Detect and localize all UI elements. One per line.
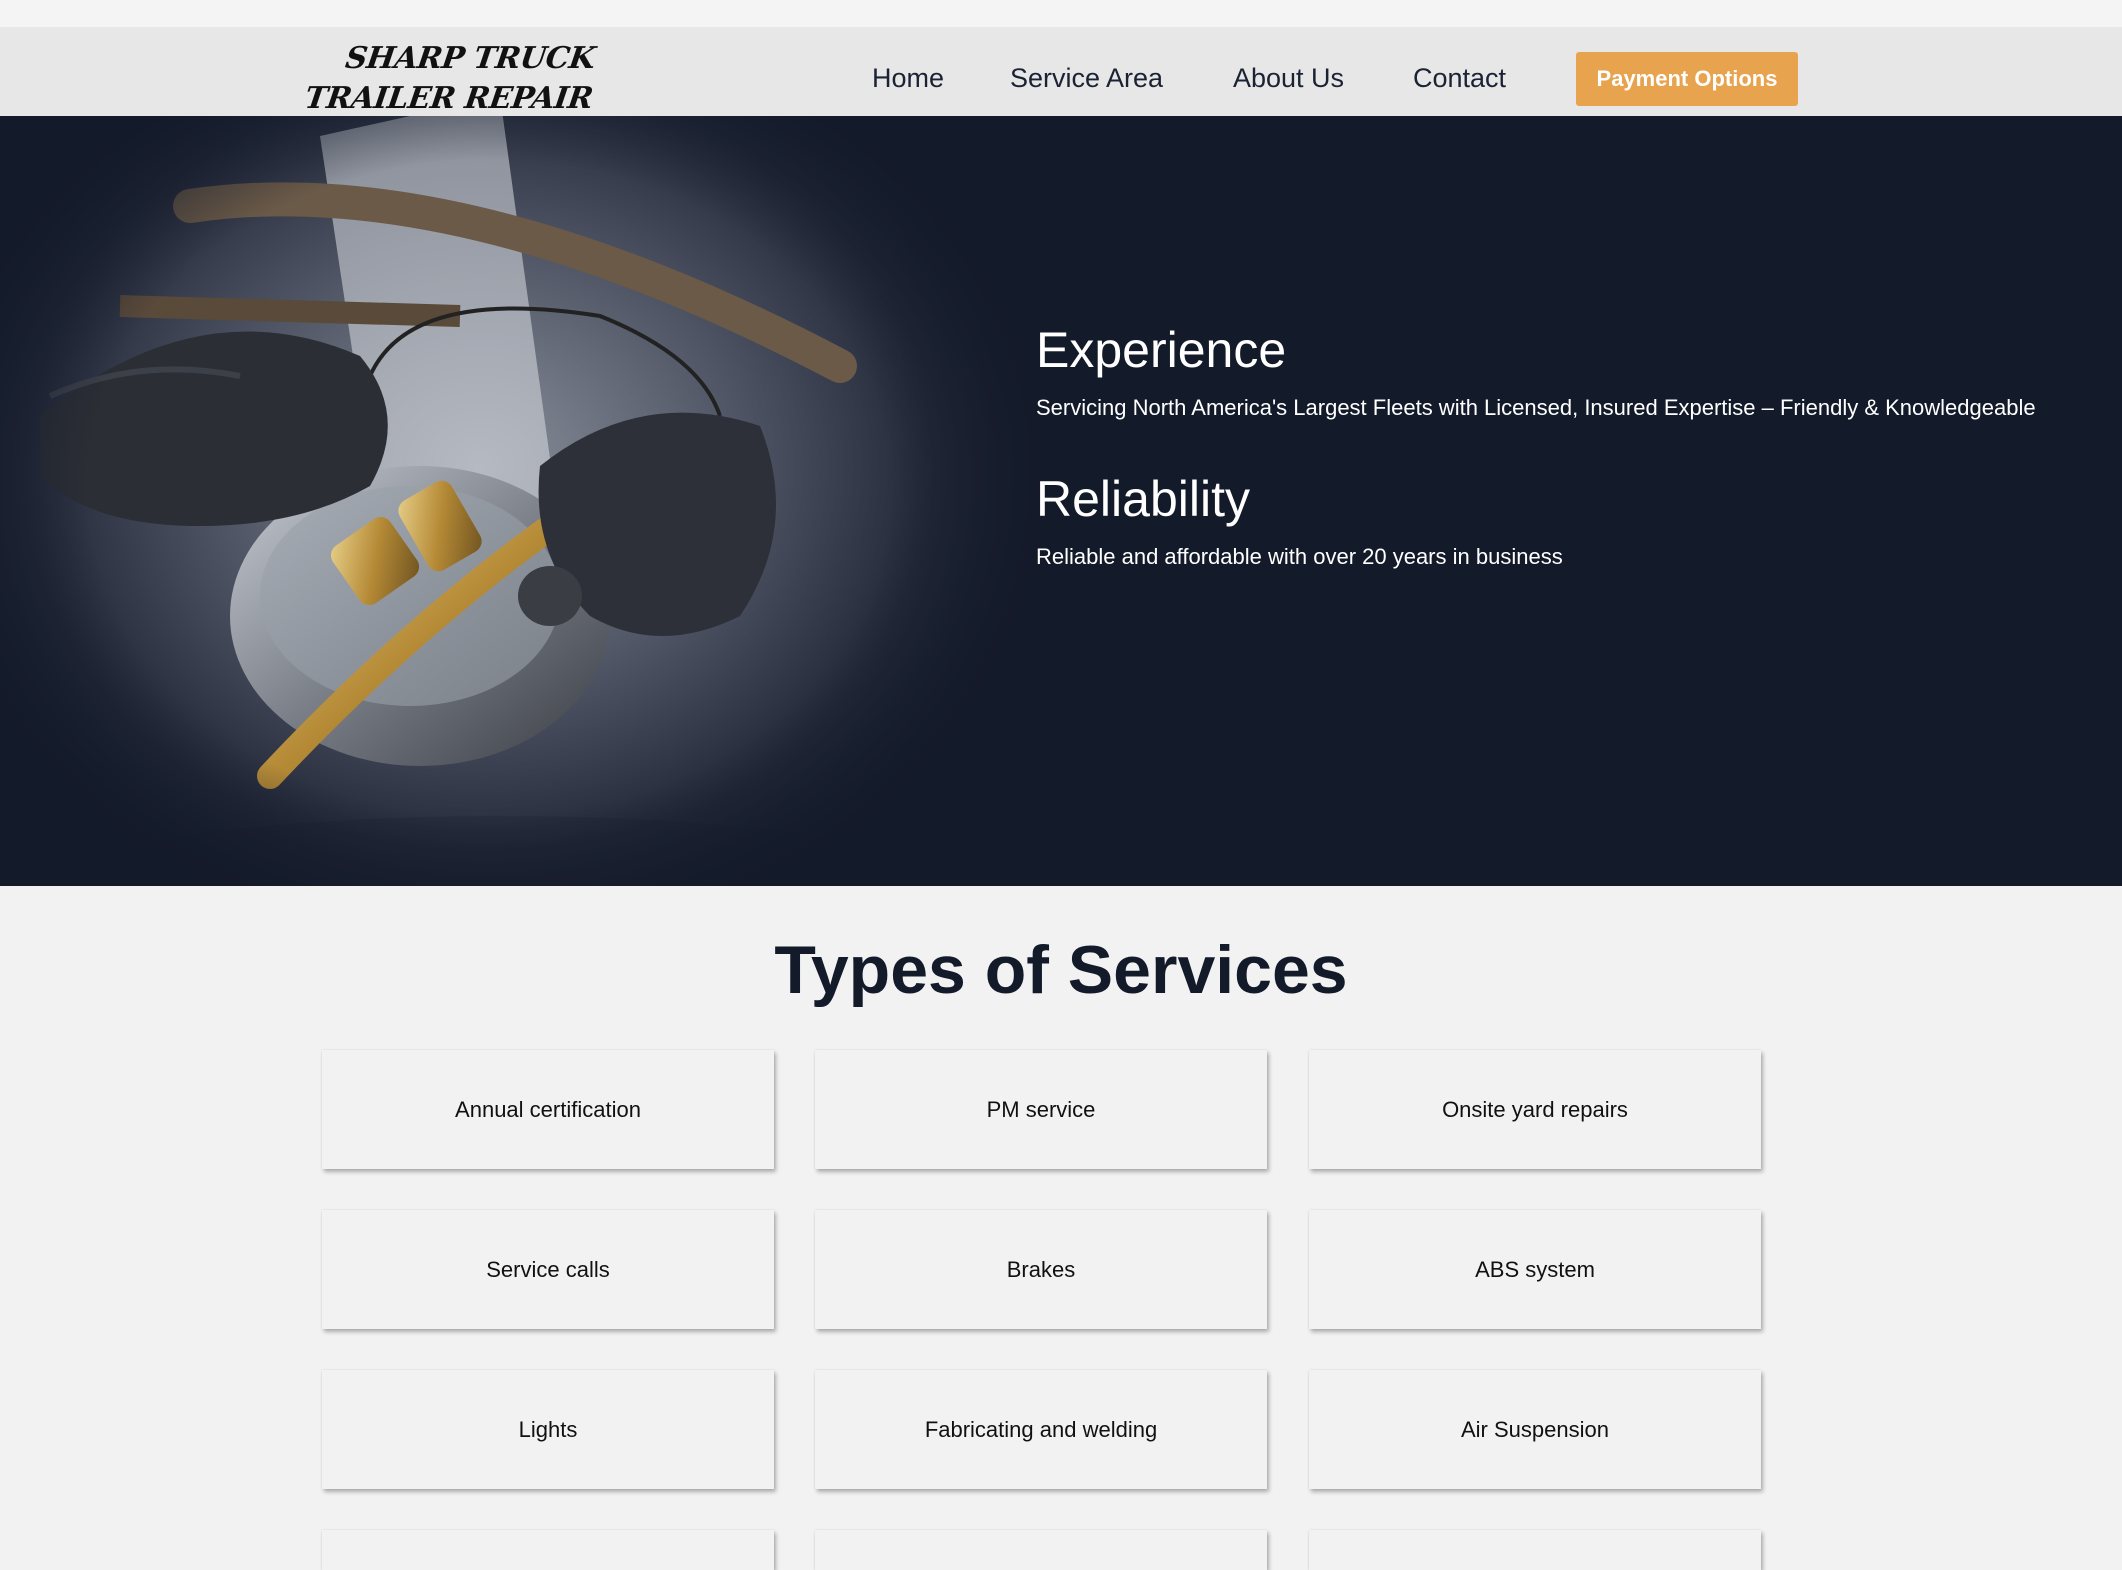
service-card[interactable]: Annual certification	[322, 1050, 774, 1169]
nav-link-about-us[interactable]: About Us	[1233, 63, 1344, 94]
service-label: Fabricating and welding	[924, 1416, 1158, 1442]
experience-heading: Experience	[1036, 322, 1287, 378]
service-label: Service calls	[486, 1256, 610, 1282]
service-label: Air Suspension	[1461, 1416, 1609, 1442]
service-card-partial[interactable]	[1309, 1530, 1761, 1570]
mechanic-repair-photo	[0, 116, 1040, 886]
reliability-heading: Reliability	[1036, 471, 1250, 527]
services-heading: Types of Services	[774, 932, 1348, 1008]
service-card-partial[interactable]	[322, 1530, 774, 1570]
nav-link-home[interactable]: Home	[872, 63, 944, 94]
experience-text: Servicing North America's Largest Fleets…	[1036, 395, 2036, 420]
service-card[interactable]: PM service	[815, 1050, 1267, 1169]
site-header: SHARP TRUCK TRAILER REPAIR INC. Home Ser…	[0, 27, 2122, 156]
service-card-partial[interactable]	[815, 1530, 1267, 1570]
payment-options-button[interactable]: Payment Options	[1576, 52, 1798, 106]
service-label: Annual certification	[455, 1096, 641, 1122]
service-label: ABS system	[1475, 1256, 1595, 1282]
service-label: Onsite yard repairs	[1442, 1096, 1628, 1122]
service-card[interactable]: Brakes	[815, 1210, 1267, 1329]
service-card[interactable]: Service calls	[322, 1210, 774, 1329]
service-card[interactable]: Lights	[322, 1370, 774, 1489]
service-label: Lights	[518, 1416, 578, 1442]
service-label: PM service	[986, 1096, 1096, 1122]
reliability-block: Reliability Reliable and affordable with…	[1036, 469, 1563, 572]
nav-link-contact[interactable]: Contact	[1413, 63, 1506, 94]
service-card[interactable]: ABS system	[1309, 1210, 1761, 1329]
service-card[interactable]: Onsite yard repairs	[1309, 1050, 1761, 1169]
logo-line-1: SHARP TRUCK	[343, 41, 598, 76]
service-card[interactable]: Fabricating and welding	[815, 1370, 1267, 1489]
experience-block: Experience Servicing North America's Lar…	[1036, 320, 2036, 423]
nav-link-service-area[interactable]: Service Area	[1010, 63, 1163, 94]
hero-section: Experience Servicing North America's Lar…	[0, 116, 2122, 886]
reliability-text: Reliable and affordable with over 20 yea…	[1036, 544, 1563, 569]
top-strip	[0, 0, 2122, 27]
service-card[interactable]: Air Suspension	[1309, 1370, 1761, 1489]
service-label: Brakes	[1006, 1256, 1076, 1282]
